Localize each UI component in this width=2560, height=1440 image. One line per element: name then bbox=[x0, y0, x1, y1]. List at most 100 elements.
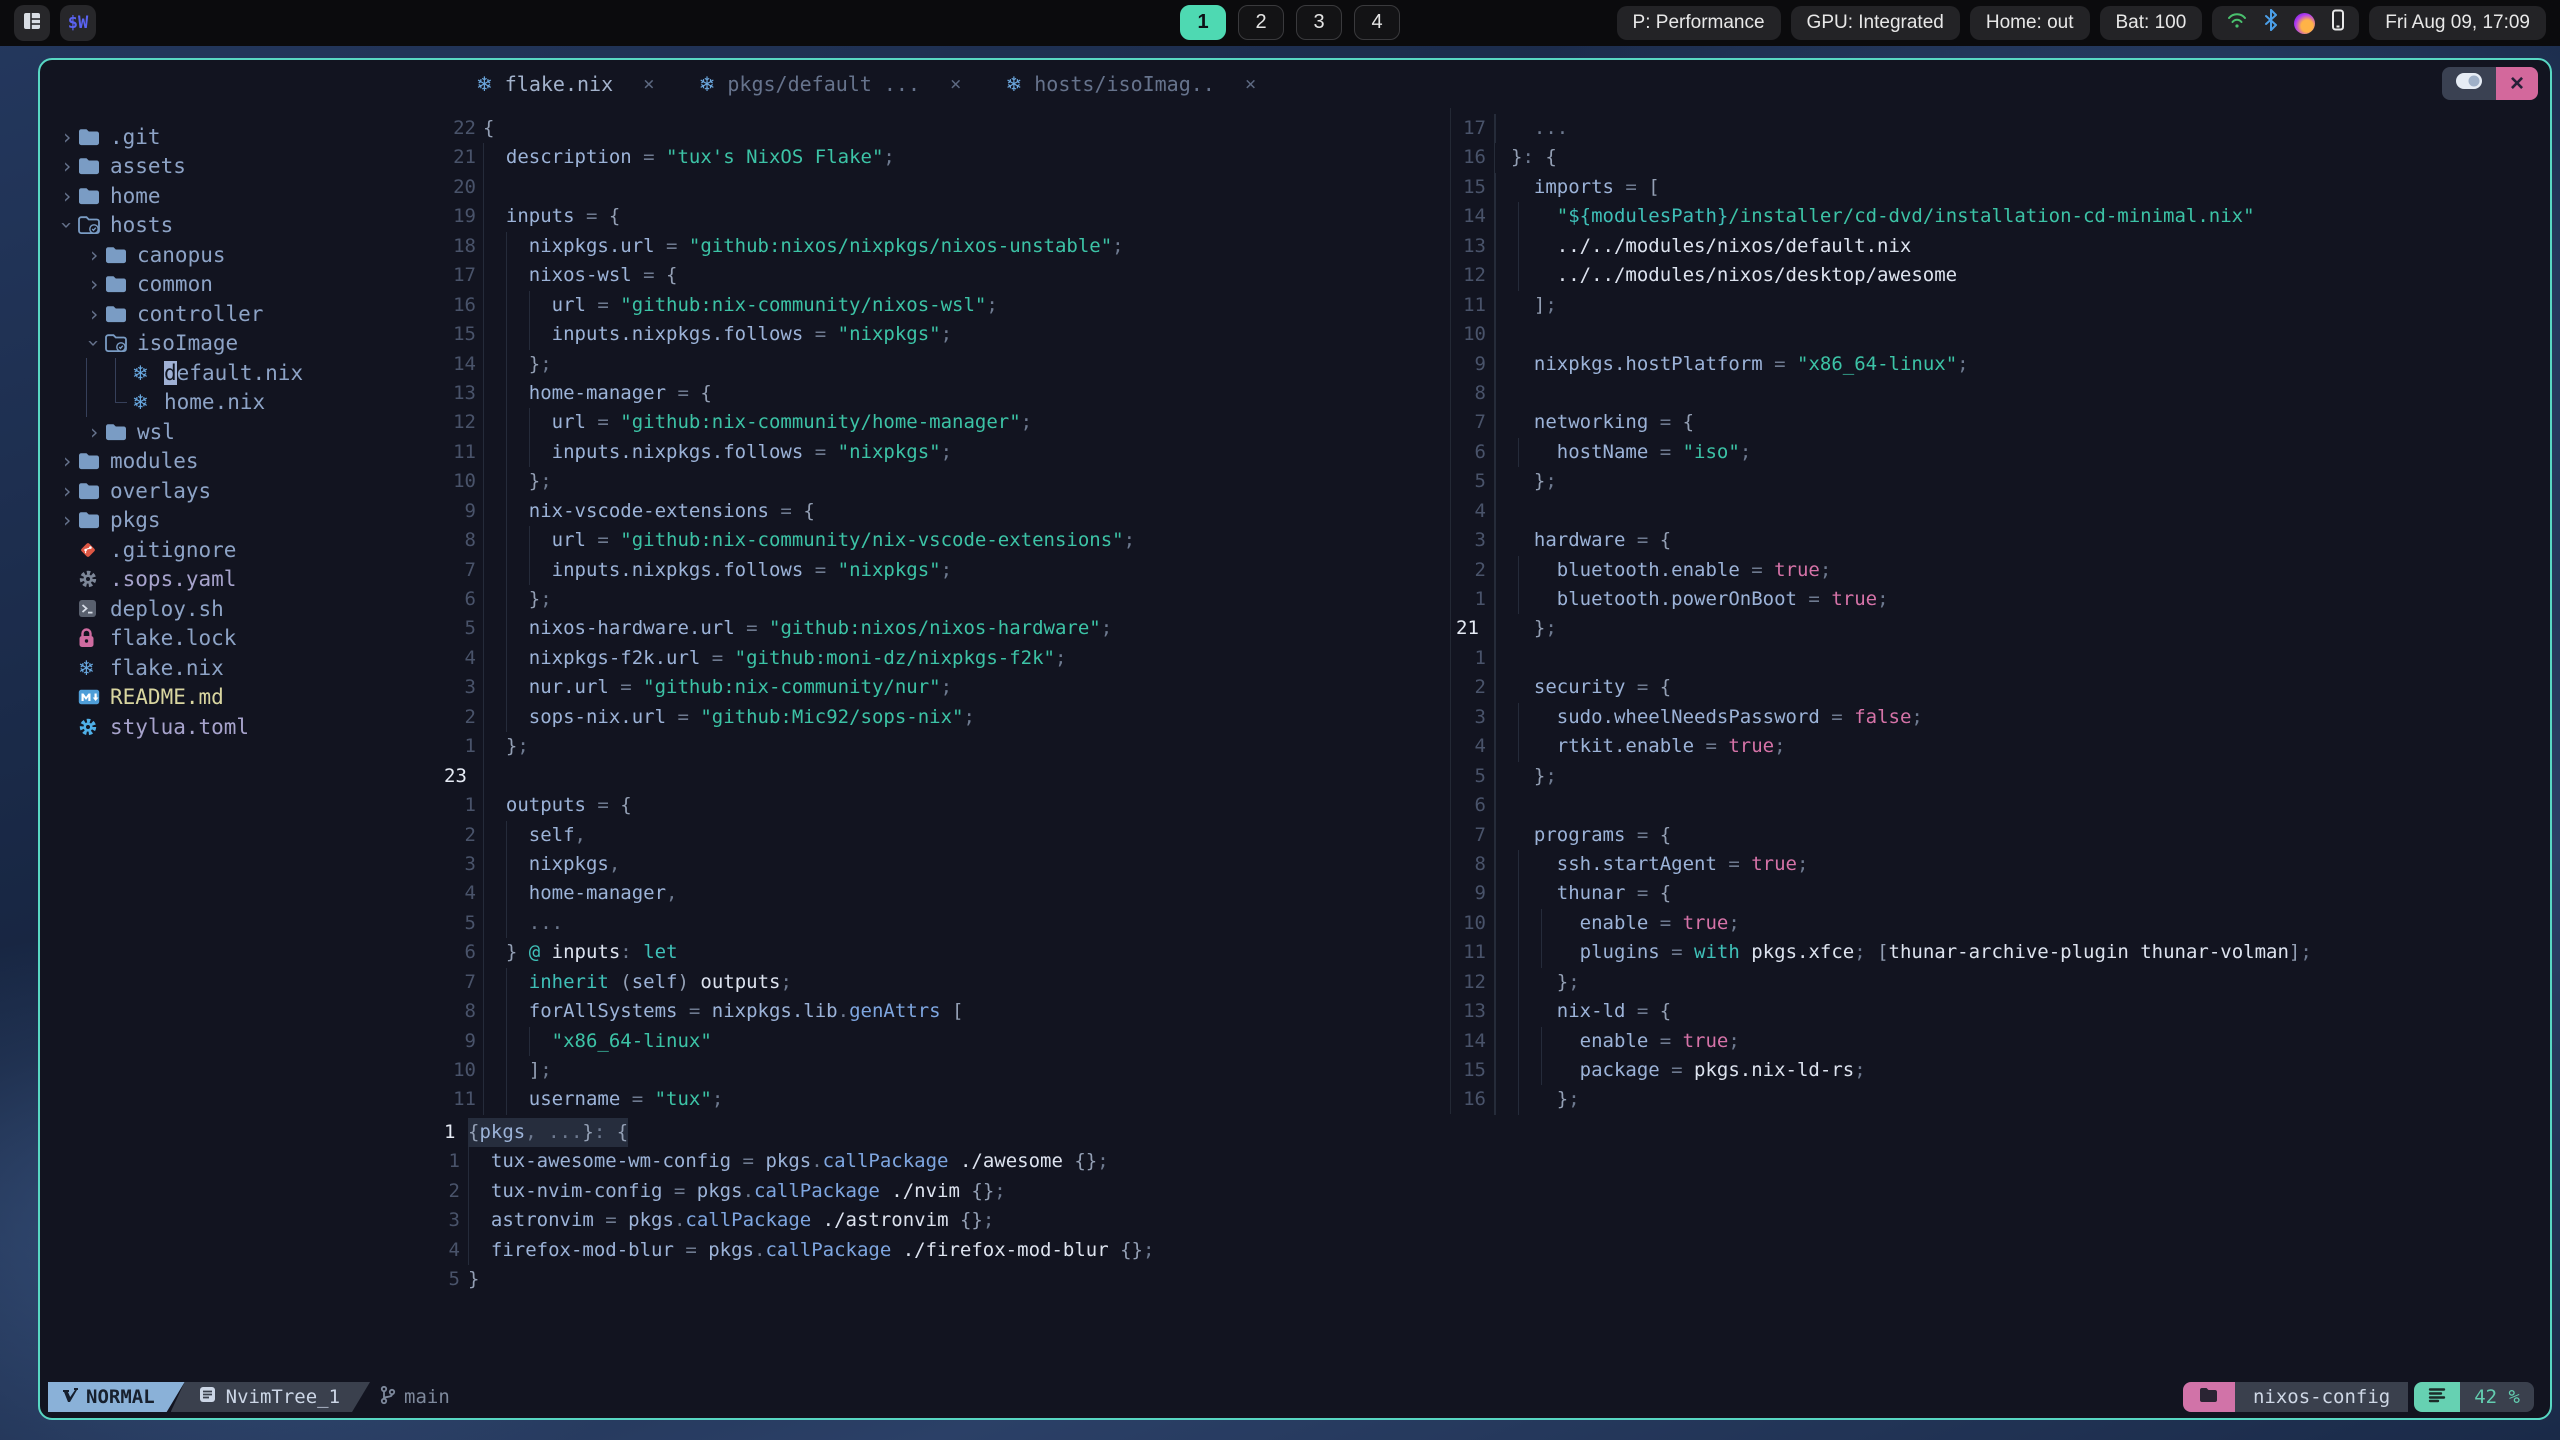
code-line: 4 bbox=[1452, 496, 2548, 527]
indent-guide bbox=[483, 1056, 484, 1086]
editor-pane-iso-default-nix[interactable]: 17 ... 16}: {15 imports = [14 "${modulesP… bbox=[1452, 114, 2548, 1115]
tree-item-wsl[interactable]: › wsl bbox=[40, 417, 438, 447]
chevron-closed-icon[interactable]: › bbox=[83, 243, 105, 267]
tree-item-modules[interactable]: › modules bbox=[40, 447, 438, 477]
indent-guide bbox=[1517, 231, 1519, 262]
folder-icon bbox=[78, 157, 104, 175]
code-text: security = { bbox=[1494, 673, 1671, 703]
code-text: nix-ld = { bbox=[1494, 997, 1671, 1027]
chevron-closed-icon[interactable]: › bbox=[56, 449, 78, 473]
tree-item-pkgs[interactable]: › pkgs bbox=[40, 506, 438, 536]
code-line: 12 }; bbox=[1452, 967, 2548, 998]
color-swirl-icon[interactable] bbox=[2294, 12, 2316, 34]
indent-guide bbox=[483, 467, 484, 497]
chevron-closed-icon[interactable]: › bbox=[56, 125, 78, 149]
tree-item-label: canopus bbox=[137, 242, 226, 267]
indent-guide bbox=[483, 408, 484, 438]
line-number: 14 bbox=[1463, 1029, 1486, 1052]
indent-guide bbox=[1517, 732, 1519, 762]
indent-guide bbox=[1495, 1085, 1496, 1115]
line-number: 16 bbox=[453, 293, 476, 316]
folder-open-icon bbox=[105, 334, 131, 353]
workspace-button-4[interactable]: 4 bbox=[1354, 5, 1400, 40]
tree-item--git[interactable]: › .git bbox=[40, 122, 438, 152]
tree-item-flake-nix[interactable]: ❄ flake.nix bbox=[40, 653, 438, 683]
tab-hosts-isoimag-[interactable]: ❄ hosts/isoImag.. × bbox=[1005, 72, 1256, 96]
app-launcher-button[interactable] bbox=[14, 5, 50, 41]
chevron-closed-icon[interactable]: › bbox=[56, 184, 78, 208]
chevron-closed-icon[interactable]: › bbox=[83, 302, 105, 326]
chevron-open-icon[interactable]: › bbox=[82, 332, 106, 354]
indent-guide bbox=[1495, 908, 1496, 939]
tree-item-flake-lock[interactable]: flake.lock bbox=[40, 624, 438, 654]
line-number: 2 bbox=[464, 705, 476, 728]
workspace-button-1[interactable]: 1 bbox=[1180, 5, 1226, 40]
editor-pane-pkgs-default-nix[interactable]: 1 {pkgs, ...}: {1 tux-awesome-wm-config =… bbox=[440, 1118, 2548, 1295]
project-name: nixos-config bbox=[2234, 1382, 2409, 1412]
code-text: "${modulesPath}/installer/cd-dvd/install… bbox=[1494, 202, 2255, 232]
line-number: 17 bbox=[453, 264, 476, 287]
tree-item-home-nix[interactable]: ❄ home.nix bbox=[40, 388, 438, 418]
workspace-button-2[interactable]: 2 bbox=[1238, 5, 1284, 40]
line-number: 6 bbox=[464, 941, 476, 964]
line-number: 15 bbox=[1463, 1059, 1486, 1081]
tree-item-common[interactable]: › common bbox=[40, 270, 438, 300]
indent-guide bbox=[483, 820, 484, 850]
chevron-closed-icon[interactable]: › bbox=[56, 508, 78, 532]
tree-item--gitignore[interactable]: .gitignore bbox=[40, 535, 438, 565]
tab-close-icon[interactable]: × bbox=[950, 73, 961, 95]
tree-item-controller[interactable]: › controller bbox=[40, 299, 438, 329]
code-line: 21 }; bbox=[1452, 614, 2548, 644]
line-number: 11 bbox=[453, 440, 476, 463]
tree-item-deploy-sh[interactable]: deploy.sh bbox=[40, 594, 438, 624]
tree-item-hosts[interactable]: › hosts bbox=[40, 211, 438, 241]
code-line: 2 security = { bbox=[1452, 673, 2548, 703]
code-line: 11 ]; bbox=[1452, 290, 2548, 321]
nvimtree-file-explorer[interactable]: › .git › assets › home › hosts › canopus › common › c… bbox=[40, 108, 438, 1338]
tab-close-icon[interactable]: × bbox=[643, 73, 654, 95]
workspace-button-3[interactable]: 3 bbox=[1296, 5, 1342, 40]
code-line: 16 url = "github:nix-community/nixos-wsl… bbox=[440, 290, 1450, 321]
tree-item-overlays[interactable]: › overlays bbox=[40, 476, 438, 506]
indent-guide bbox=[505, 849, 507, 880]
tree-item-home[interactable]: › home bbox=[40, 181, 438, 211]
code-line: 14 "${modulesPath}/installer/cd-dvd/inst… bbox=[1452, 202, 2548, 232]
chevron-closed-icon[interactable]: › bbox=[83, 272, 105, 296]
wm-logo-button[interactable]: $W bbox=[60, 5, 96, 41]
code-line: 5 }; bbox=[1452, 467, 2548, 497]
line-number: 1 bbox=[1474, 646, 1486, 669]
close-button[interactable]: × bbox=[2496, 67, 2538, 100]
toggle-button[interactable] bbox=[2442, 67, 2496, 100]
code-text: astronvim = pkgs.callPackage ./astronvim… bbox=[468, 1206, 994, 1236]
tree-item-isoimage[interactable]: › isoImage bbox=[40, 329, 438, 359]
network-icon[interactable] bbox=[2226, 10, 2248, 36]
tree-item-canopus[interactable]: › canopus bbox=[40, 240, 438, 270]
line-number: 19 bbox=[453, 205, 476, 228]
line-number: 3 bbox=[1474, 705, 1486, 728]
markdown-icon bbox=[78, 689, 104, 705]
chevron-closed-icon[interactable]: › bbox=[56, 479, 78, 503]
indent-guide bbox=[1495, 526, 1496, 556]
tree-item-default-nix[interactable]: ❄ default.nix bbox=[40, 358, 438, 388]
phone-icon[interactable] bbox=[2331, 9, 2345, 37]
code-text: url = "github:nix-community/nixos-wsl"; bbox=[483, 290, 998, 321]
bluetooth-icon[interactable] bbox=[2264, 9, 2278, 37]
tree-item--sops-yaml[interactable]: .sops.yaml bbox=[40, 565, 438, 595]
chevron-open-icon[interactable]: › bbox=[55, 214, 79, 236]
split-separator[interactable] bbox=[1450, 108, 1451, 1114]
code-text: inherit (self) outputs; bbox=[483, 967, 792, 998]
indent-guide bbox=[1495, 1056, 1496, 1086]
indent-guide bbox=[505, 908, 507, 939]
line-number: 1 bbox=[448, 1150, 460, 1173]
editor-pane-flake-nix[interactable]: 22{21 description = "tux's NixOS Flake";… bbox=[440, 114, 1450, 1115]
tab-pkgs-default-[interactable]: ❄ pkgs/default ... × bbox=[699, 72, 962, 96]
tree-item-readme-md[interactable]: README.md bbox=[40, 683, 438, 713]
tree-item-assets[interactable]: › assets bbox=[40, 152, 438, 182]
tree-item-stylua-toml[interactable]: stylua.toml bbox=[40, 712, 438, 742]
tab-flake-nix[interactable]: ❄ flake.nix × bbox=[476, 72, 655, 96]
chevron-closed-icon[interactable]: › bbox=[56, 154, 78, 178]
tab-close-icon[interactable]: × bbox=[1245, 73, 1256, 95]
chevron-closed-icon[interactable]: › bbox=[83, 420, 105, 444]
tree-item-label: flake.nix bbox=[110, 655, 224, 680]
code-text: inputs.nixpkgs.follows = "nixpkgs"; bbox=[483, 320, 952, 350]
